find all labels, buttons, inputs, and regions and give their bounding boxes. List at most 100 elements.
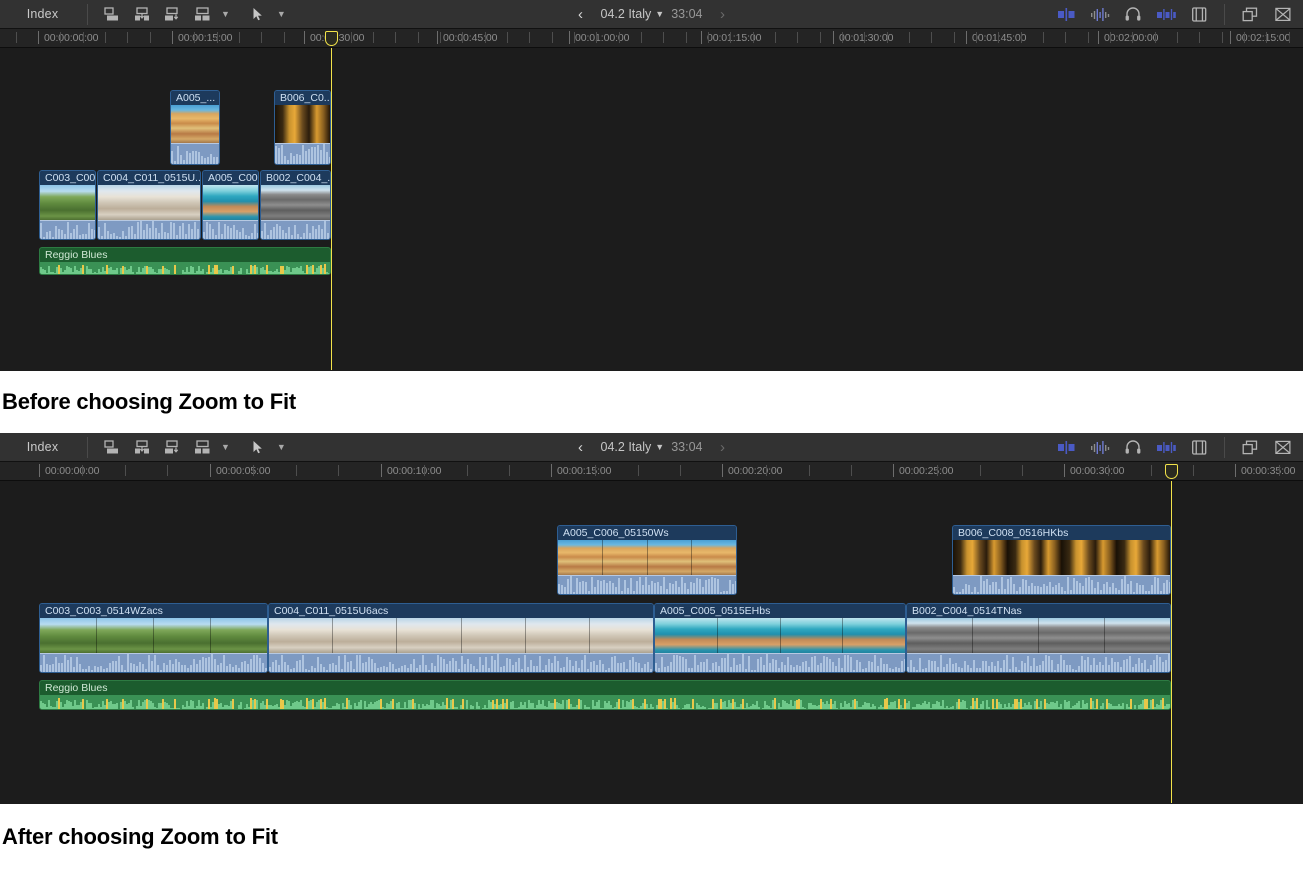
project-name-label[interactable]: 04.2 Italy [601, 440, 652, 454]
waveform-bar [398, 668, 400, 672]
chevron-down-icon-edit[interactable]: ▼ [221, 442, 230, 452]
playhead-line[interactable] [331, 48, 332, 370]
waveform-bar [194, 222, 196, 239]
waveform-bar [1009, 669, 1011, 672]
index-button[interactable]: Index [0, 7, 85, 21]
audio-meters-icon[interactable] [1088, 436, 1112, 458]
nav-back-button[interactable]: ‹ [561, 439, 601, 456]
waveform-bar [282, 230, 284, 239]
connect-to-primary-storyline-icon[interactable] [100, 3, 124, 25]
waveform-bar [1115, 588, 1117, 594]
chevron-down-icon-project[interactable]: ▼ [655, 9, 664, 19]
chevron-down-icon-tool[interactable]: ▼ [277, 442, 286, 452]
clip-filmstrip [655, 618, 905, 655]
trim-edit-icon[interactable] [1055, 436, 1079, 458]
storyline-clip[interactable]: A005_C005... [202, 170, 259, 240]
append-to-storyline-icon[interactable] [160, 3, 184, 25]
connected-clip[interactable]: B006_C008_0516HKbs [952, 525, 1171, 595]
timeline-ruler-after[interactable]: 00:00:00:0000:00:05:0000:00:10:0000:00:1… [0, 462, 1303, 481]
overwrite-clip-icon[interactable] [190, 436, 214, 458]
project-name-label[interactable]: 04.2 Italy [601, 7, 652, 21]
filmstrip-view-icon[interactable] [1187, 436, 1211, 458]
arrow-select-tool-icon[interactable] [246, 3, 270, 25]
storyline-clip[interactable]: C004_C011_0515U6acs [268, 603, 654, 673]
waveform-bar [79, 235, 81, 239]
storyline-clip[interactable]: A005_C005_0515EHbs [654, 603, 906, 673]
waveform-bar [1067, 577, 1069, 595]
ruler-minor-tick [1177, 32, 1178, 43]
timeline-canvas-after[interactable]: A005_C006_05150Ws B006_C008_0516HKbs C003_… [0, 481, 1303, 803]
waveform-bar [877, 666, 879, 672]
waveform-bar [443, 659, 445, 672]
clip-appearance-icon[interactable] [1238, 436, 1262, 458]
playhead-line[interactable] [1171, 481, 1172, 803]
timeline-ruler-before[interactable]: 00:00:00:0000:00:15:0000:00:30:0000:00:4… [0, 29, 1303, 48]
storyline-clip[interactable]: C003_C003_0514WZacs [39, 603, 268, 673]
waveform-bar [143, 230, 145, 240]
headphones-solo-icon[interactable] [1121, 436, 1145, 458]
playhead-handle[interactable] [325, 31, 338, 46]
waveform-bar [847, 655, 849, 672]
nav-forward-button[interactable]: › [702, 439, 742, 456]
chevron-down-icon-project[interactable]: ▼ [655, 442, 664, 452]
timeline-canvas-before[interactable]: A005_... B006_C0... C003_C00...C004_C011_0… [0, 48, 1303, 370]
playhead-handle[interactable] [1165, 464, 1178, 479]
waveform-bar [940, 655, 942, 672]
waveform-bar [718, 666, 720, 672]
nav-forward-button[interactable]: › [702, 6, 742, 23]
insert-clip-icon[interactable] [130, 436, 154, 458]
skimming-audio-icon[interactable] [1154, 3, 1178, 25]
waveform-bar [52, 664, 54, 672]
waveform-bar [261, 231, 263, 239]
waveform-bar [167, 233, 169, 239]
trim-edit-icon[interactable] [1055, 3, 1079, 25]
ruler-minor-tick [1108, 465, 1109, 476]
headphones-solo-icon[interactable] [1121, 3, 1145, 25]
insert-clip-icon[interactable] [130, 3, 154, 25]
storyline-clip[interactable]: C003_C00... [39, 170, 96, 240]
waveform-bar [163, 663, 165, 672]
waveform-bar [229, 664, 231, 672]
ruler-major-tick [722, 464, 723, 477]
overwrite-clip-icon[interactable] [190, 3, 214, 25]
arrow-select-tool-icon[interactable] [246, 436, 270, 458]
clip-appearance-icon[interactable] [1238, 3, 1262, 25]
waveform-bar [236, 274, 238, 275]
waveform-bar [841, 668, 843, 672]
filmstrip-view-icon[interactable] [1187, 3, 1211, 25]
waveform-bar [49, 665, 51, 673]
waveform-bar [131, 226, 133, 239]
connect-to-primary-storyline-icon[interactable] [100, 436, 124, 458]
audio-clip[interactable]: Reggio Blues [39, 247, 331, 275]
transitions-browser-icon[interactable] [1271, 436, 1295, 458]
waveform-bar [67, 222, 69, 239]
connected-clip[interactable]: A005_... [170, 90, 220, 165]
ruler-minor-tick [239, 32, 240, 43]
storyline-clip[interactable]: B002_C004_... [260, 170, 331, 240]
waveform-bar [76, 657, 78, 673]
waveform-bar [667, 666, 669, 672]
chevron-down-icon-edit[interactable]: ▼ [221, 9, 230, 19]
waveform-bar [137, 222, 139, 239]
audio-clip[interactable]: Reggio Blues [39, 680, 1171, 710]
waveform-bar [694, 709, 696, 710]
chevron-down-icon-tool[interactable]: ▼ [277, 9, 286, 19]
waveform-bar [434, 666, 436, 672]
waveform-bar [1088, 577, 1090, 594]
connected-clip[interactable]: A005_C006_05150Ws [557, 525, 737, 595]
waveform-bar [880, 658, 882, 672]
clip-name-label: B006_C008_0516HKbs [953, 526, 1170, 540]
transitions-browser-icon[interactable] [1271, 3, 1295, 25]
append-to-storyline-icon[interactable] [160, 436, 184, 458]
waveform-bar [1030, 705, 1032, 710]
audio-meters-icon[interactable] [1088, 3, 1112, 25]
ruler-minor-tick [663, 32, 664, 43]
nav-back-button[interactable]: ‹ [561, 6, 601, 23]
waveform-bar [991, 662, 993, 672]
connected-clip[interactable]: B006_C0... [274, 90, 331, 165]
index-button-after[interactable]: Index [0, 440, 85, 454]
skimming-audio-icon[interactable] [1154, 436, 1178, 458]
project-duration-label: 33:04 [671, 440, 702, 454]
storyline-clip[interactable]: B002_C004_0514TNas [906, 603, 1171, 673]
storyline-clip[interactable]: C004_C011_0515U... [97, 170, 201, 240]
